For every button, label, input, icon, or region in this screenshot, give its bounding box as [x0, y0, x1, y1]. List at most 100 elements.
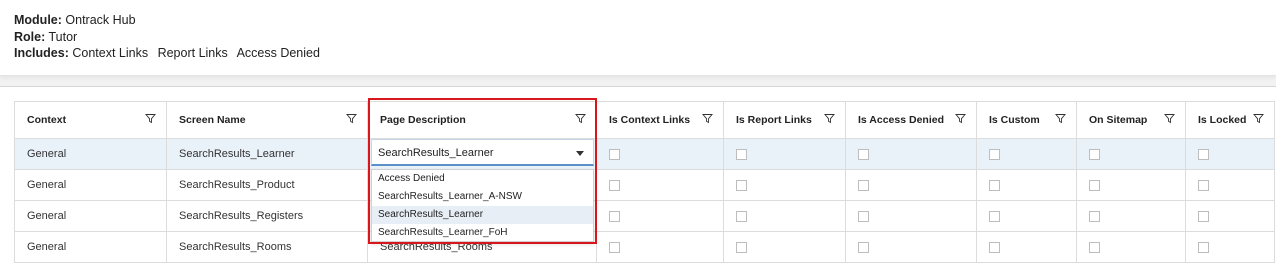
pages-grid: Context Screen Name Page Description Is … — [14, 101, 1275, 263]
filter-icon[interactable] — [955, 113, 966, 124]
is-locked-checkbox[interactable] — [1198, 210, 1209, 222]
context-cell[interactable]: General — [14, 200, 167, 232]
module-label: Module: — [14, 13, 62, 27]
is-locked-cell — [1185, 169, 1275, 201]
dropdown-option-searchresults-learner-foh[interactable]: SearchResults_Learner_FoH — [372, 224, 593, 242]
grid-header-row: Context Screen Name Page Description Is … — [14, 101, 1275, 139]
is-access-denied-cell — [845, 200, 977, 232]
is-custom-checkbox[interactable] — [989, 148, 1000, 160]
is-custom-checkbox[interactable] — [989, 241, 1000, 253]
is-report-links-checkbox[interactable] — [736, 210, 747, 222]
is-access-denied-checkbox[interactable] — [858, 210, 869, 222]
include-context-links: Context Links — [72, 46, 149, 60]
col-header-is-report-links[interactable]: Is Report Links — [723, 101, 846, 139]
role-line: Role: Tutor — [14, 29, 1262, 46]
role-label: Role: — [14, 29, 46, 44]
is-report-links-checkbox[interactable] — [736, 241, 747, 253]
is-report-links-checkbox[interactable] — [736, 179, 747, 191]
col-header-is-locked[interactable]: Is Locked — [1185, 101, 1275, 139]
col-header-is-custom[interactable]: Is Custom — [976, 101, 1077, 139]
dropdown-option-searchresults-learner-a-nsw[interactable]: SearchResults_Learner_A-NSW — [372, 188, 593, 206]
on-sitemap-cell — [1076, 231, 1186, 263]
is-custom-cell — [976, 169, 1077, 201]
is-access-denied-cell — [845, 138, 977, 170]
col-header-context[interactable]: Context — [14, 101, 167, 139]
is-custom-checkbox[interactable] — [989, 210, 1000, 222]
page-description-select[interactable]: SearchResults_Learner — [371, 139, 594, 166]
is-custom-cell — [976, 200, 1077, 232]
includes-label: Includes: — [14, 46, 69, 60]
screen-name-cell[interactable]: SearchResults_Learner — [166, 138, 368, 170]
table-row[interactable]: General SearchResults_Rooms SearchResult… — [14, 231, 1275, 263]
role-value: Tutor — [48, 29, 78, 44]
filter-icon[interactable] — [145, 113, 156, 124]
filter-icon[interactable] — [1164, 113, 1175, 124]
on-sitemap-checkbox[interactable] — [1089, 179, 1100, 191]
is-access-denied-checkbox[interactable] — [858, 179, 869, 191]
is-access-denied-cell — [845, 169, 977, 201]
info-panel: Module: Ontrack Hub Role: Tutor Includes… — [0, 0, 1276, 76]
col-header-is-access-denied[interactable]: Is Access Denied — [845, 101, 977, 139]
is-report-links-cell — [723, 231, 846, 263]
is-context-links-cell — [596, 200, 724, 232]
include-access-denied: Access Denied — [236, 46, 320, 60]
filter-icon[interactable] — [1055, 113, 1066, 124]
is-context-links-cell — [596, 138, 724, 170]
context-cell[interactable]: General — [14, 169, 167, 201]
filter-icon[interactable] — [824, 113, 835, 124]
is-access-denied-checkbox[interactable] — [858, 241, 869, 253]
filter-icon[interactable] — [1253, 113, 1264, 124]
table-row[interactable]: General SearchResults_Product — [14, 169, 1275, 201]
col-header-is-context-links[interactable]: Is Context Links — [596, 101, 724, 139]
module-line: Module: Ontrack Hub — [14, 12, 1262, 29]
filter-icon[interactable] — [702, 113, 713, 124]
grid-container: Context Screen Name Page Description Is … — [0, 86, 1276, 264]
dropdown-option-searchresults-learner[interactable]: SearchResults_Learner — [372, 206, 593, 224]
is-locked-cell — [1185, 200, 1275, 232]
screen-name-cell[interactable]: SearchResults_Rooms — [166, 231, 368, 263]
col-header-on-sitemap[interactable]: On Sitemap — [1076, 101, 1186, 139]
on-sitemap-cell — [1076, 169, 1186, 201]
on-sitemap-checkbox[interactable] — [1089, 148, 1100, 160]
include-report-links: Report Links — [157, 46, 228, 60]
table-row[interactable]: General SearchResults_Learner — [14, 138, 1275, 170]
on-sitemap-cell — [1076, 200, 1186, 232]
is-context-links-checkbox[interactable] — [609, 241, 620, 253]
is-context-links-checkbox[interactable] — [609, 210, 620, 222]
col-header-page-description[interactable]: Page Description — [367, 101, 597, 139]
is-locked-cell — [1185, 138, 1275, 170]
is-report-links-checkbox[interactable] — [736, 148, 747, 160]
is-report-links-cell — [723, 169, 846, 201]
context-cell[interactable]: General — [14, 138, 167, 170]
col-header-screen-name[interactable]: Screen Name — [166, 101, 368, 139]
is-report-links-cell — [723, 200, 846, 232]
module-value: Ontrack Hub — [65, 13, 136, 27]
is-access-denied-checkbox[interactable] — [858, 148, 869, 160]
is-custom-cell — [976, 138, 1077, 170]
is-locked-checkbox[interactable] — [1198, 241, 1209, 253]
screen-name-cell[interactable]: SearchResults_Registers — [166, 200, 368, 232]
filter-icon[interactable] — [346, 113, 357, 124]
is-report-links-cell — [723, 138, 846, 170]
context-cell[interactable]: General — [14, 231, 167, 263]
select-value: SearchResults_Learner — [378, 147, 494, 159]
is-custom-cell — [976, 231, 1077, 263]
is-context-links-cell — [596, 169, 724, 201]
is-locked-checkbox[interactable] — [1198, 179, 1209, 191]
is-context-links-checkbox[interactable] — [609, 179, 620, 191]
is-locked-cell — [1185, 231, 1275, 263]
is-locked-checkbox[interactable] — [1198, 148, 1209, 160]
filter-icon[interactable] — [575, 113, 586, 124]
is-custom-checkbox[interactable] — [989, 179, 1000, 191]
screen-name-cell[interactable]: SearchResults_Product — [166, 169, 368, 201]
is-context-links-cell — [596, 231, 724, 263]
on-sitemap-checkbox[interactable] — [1089, 210, 1100, 222]
on-sitemap-checkbox[interactable] — [1089, 241, 1100, 253]
table-row[interactable]: General SearchResults_Registers — [14, 200, 1275, 232]
on-sitemap-cell — [1076, 138, 1186, 170]
page-description-dropdown: Access Denied SearchResults_Learner_A-NS… — [371, 169, 594, 242]
dropdown-option-access-denied[interactable]: Access Denied — [372, 170, 593, 188]
includes-line: Includes: Context Links Report Links Acc… — [14, 45, 1262, 62]
chevron-down-icon[interactable] — [576, 151, 584, 156]
is-context-links-checkbox[interactable] — [609, 148, 620, 160]
